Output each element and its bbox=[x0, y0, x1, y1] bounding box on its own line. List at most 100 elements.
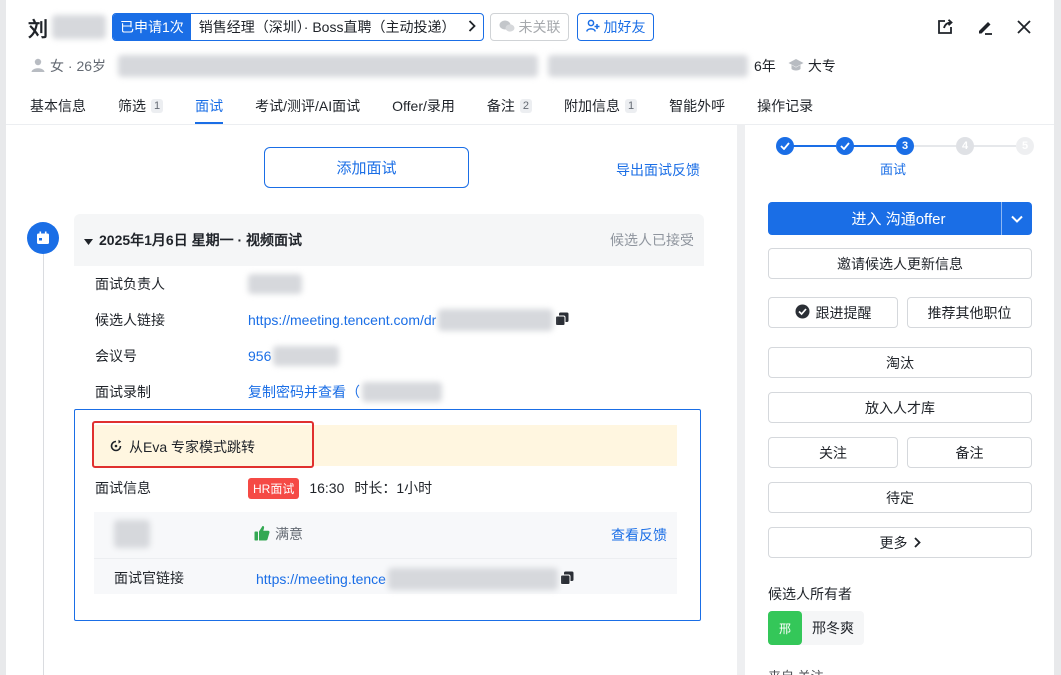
interview-status: 候选人已接受 bbox=[610, 232, 694, 248]
follow-up-label: 跟进提醒 bbox=[815, 304, 872, 321]
step-5[interactable]: 5 bbox=[1016, 137, 1034, 155]
tab-basic-info[interactable]: 基本信息 bbox=[30, 94, 102, 118]
redacted-interviewer-link bbox=[387, 568, 558, 590]
field-label: 会议号 bbox=[95, 348, 137, 364]
share-icon[interactable] bbox=[936, 18, 954, 36]
chevron-right-icon[interactable] bbox=[461, 19, 483, 35]
work-experience: 6年 bbox=[754, 58, 776, 74]
add-user-icon bbox=[586, 19, 600, 36]
tab-count-badge: 1 bbox=[625, 99, 638, 113]
redacted-link bbox=[438, 309, 554, 331]
current-step-label: 面试 bbox=[880, 162, 907, 177]
tab-count-badge: 2 bbox=[519, 99, 533, 113]
feedback-divider bbox=[94, 558, 677, 559]
step-3-current[interactable]: 3 bbox=[896, 137, 914, 155]
tab-label: 备注 bbox=[486, 98, 515, 114]
add-to-talent-pool-button[interactable]: 放入人才库 bbox=[768, 392, 1032, 423]
progress-steps: 3 4 5 面试 bbox=[768, 137, 1034, 177]
interview-time: 16:30 bbox=[309, 480, 345, 496]
meeting-id-text: 956 bbox=[248, 348, 272, 364]
tab-offer[interactable]: Offer/录用 bbox=[392, 94, 471, 118]
field-candidate-link: 候选人链接 https://meeting.tencent.com/dr bbox=[95, 309, 569, 331]
redacted-owner bbox=[248, 274, 302, 294]
chevron-right-icon bbox=[913, 535, 921, 551]
copy-icon[interactable] bbox=[559, 571, 574, 588]
recording-link[interactable]: 复制密码并查看（ bbox=[248, 382, 442, 402]
invite-update-button[interactable]: 邀请候选人更新信息 bbox=[768, 248, 1032, 279]
tab-additional-info[interactable]: 附加信息 1 bbox=[564, 94, 653, 118]
tab-screening[interactable]: 筛选 1 bbox=[118, 94, 179, 118]
redacted-name bbox=[52, 15, 106, 39]
add-friend-button[interactable]: 加好友 bbox=[577, 13, 655, 41]
edit-icon[interactable] bbox=[976, 18, 994, 36]
pending-button[interactable]: 待定 bbox=[768, 482, 1032, 513]
tab-activity-log[interactable]: 操作记录 bbox=[757, 94, 829, 118]
candidate-detail-window: 刘 已申请1次 销售经理（深圳）· Boss直聘（主动投递） 未关联 加好友 女… bbox=[6, 0, 1054, 675]
interview-title: 2025年1月6日 星期一 · 视频面试 bbox=[99, 232, 303, 248]
interviewer-feedback: 满意 查看反馈 面试官链接 https://meeting.tence bbox=[94, 512, 677, 594]
export-feedback-link[interactable]: 导出面试反馈 bbox=[616, 160, 700, 180]
interviewer-link-text: https://meeting.tence bbox=[256, 571, 386, 587]
detail-tabs: 基本信息 筛选 1 面试 考试/测评/AI面试 Offer/录用 备注 2 附加信息… bbox=[30, 94, 845, 124]
follow-button[interactable]: 关注 bbox=[768, 437, 898, 468]
tab-label: 基本信息 bbox=[30, 98, 86, 114]
unlinked-button[interactable]: 未关联 bbox=[490, 13, 570, 41]
header-actions bbox=[936, 18, 1032, 36]
close-icon[interactable] bbox=[1016, 19, 1032, 35]
feedback-result: 满意 bbox=[254, 524, 303, 544]
more-button[interactable]: 更多 bbox=[768, 527, 1032, 558]
unlinked-label: 未关联 bbox=[518, 19, 561, 35]
step-4[interactable]: 4 bbox=[956, 137, 974, 155]
tab-count-badge: 1 bbox=[151, 99, 164, 113]
eva-jump-link[interactable]: 从Eva 专家模式跳转 bbox=[109, 437, 255, 457]
refresh-icon bbox=[109, 439, 123, 456]
tab-label: 智能外呼 bbox=[669, 98, 726, 114]
tab-label: 面试 bbox=[195, 98, 224, 114]
gender-age: 女 · 26岁 bbox=[50, 58, 107, 74]
field-label: 面试录制 bbox=[95, 384, 151, 400]
tab-label: 操作记录 bbox=[757, 98, 814, 114]
field-recording: 面试录制 复制密码并查看（ bbox=[95, 382, 442, 402]
panel-divider bbox=[737, 124, 745, 675]
graduation-cap-icon bbox=[788, 58, 804, 75]
field-interview-info: 面试信息 HR面试 16:30 时长：1小时 bbox=[95, 477, 432, 499]
tab-exam[interactable]: 考试/测评/AI面试 bbox=[255, 94, 376, 118]
meeting-id[interactable]: 956 bbox=[248, 346, 340, 366]
candidate-link[interactable]: https://meeting.tencent.com/dr bbox=[248, 309, 569, 331]
caret-down-icon[interactable] bbox=[84, 232, 93, 248]
step-1-done[interactable] bbox=[776, 137, 794, 155]
view-feedback-link[interactable]: 查看反馈 bbox=[611, 525, 667, 545]
recommend-other-job-button[interactable]: 推荐其他职位 bbox=[907, 297, 1032, 328]
redacted-meeting-id bbox=[273, 346, 340, 366]
candidate-name: 刘 bbox=[28, 18, 48, 41]
more-label: 更多 bbox=[879, 534, 908, 551]
note-button[interactable]: 备注 bbox=[907, 437, 1032, 468]
owner-name: 邢冬爽 bbox=[812, 620, 854, 636]
tab-notes[interactable]: 备注 2 bbox=[487, 94, 548, 118]
enter-offer-button[interactable]: 进入 沟通offer bbox=[768, 202, 1032, 235]
reject-button[interactable]: 淘汰 bbox=[768, 347, 1032, 378]
add-friend-label: 加好友 bbox=[603, 19, 646, 35]
owner-label: 候选人所有者 bbox=[768, 586, 852, 602]
feedback-result-label: 满意 bbox=[275, 526, 303, 542]
timeline-line bbox=[43, 252, 44, 675]
redacted-info-2 bbox=[548, 55, 749, 77]
add-interview-button[interactable]: 添加面试 bbox=[264, 147, 469, 188]
applied-job-selector[interactable]: 已申请1次 销售经理（深圳）· Boss直聘（主动投递） bbox=[112, 13, 485, 41]
copy-icon[interactable] bbox=[555, 312, 569, 329]
wechat-icon bbox=[499, 19, 515, 36]
cut-off-section-label: 来自 关注 bbox=[768, 666, 848, 675]
interviewer-link-label: 面试官链接 bbox=[114, 570, 184, 586]
tab-interview[interactable]: 面试 bbox=[195, 94, 239, 124]
candidate-header: 刘 已申请1次 销售经理（深圳）· Boss直聘（主动投递） 未关联 加好友 bbox=[28, 12, 655, 42]
redacted-info bbox=[118, 55, 539, 77]
candidate-owner[interactable]: 邢 邢冬爽 bbox=[768, 611, 864, 645]
tab-label: Offer/录用 bbox=[392, 98, 455, 114]
follow-up-reminder-button[interactable]: 跟进提醒 bbox=[768, 297, 898, 328]
interview-card-header[interactable]: 2025年1月6日 星期一 · 视频面试 候选人已接受 bbox=[74, 214, 704, 266]
interviewer-link[interactable]: https://meeting.tence bbox=[256, 568, 574, 590]
tab-smart-call[interactable]: 智能外呼 bbox=[669, 94, 741, 118]
step-2-done[interactable] bbox=[836, 137, 854, 155]
chevron-down-icon[interactable] bbox=[1001, 202, 1032, 235]
tabs-divider bbox=[6, 124, 1054, 125]
